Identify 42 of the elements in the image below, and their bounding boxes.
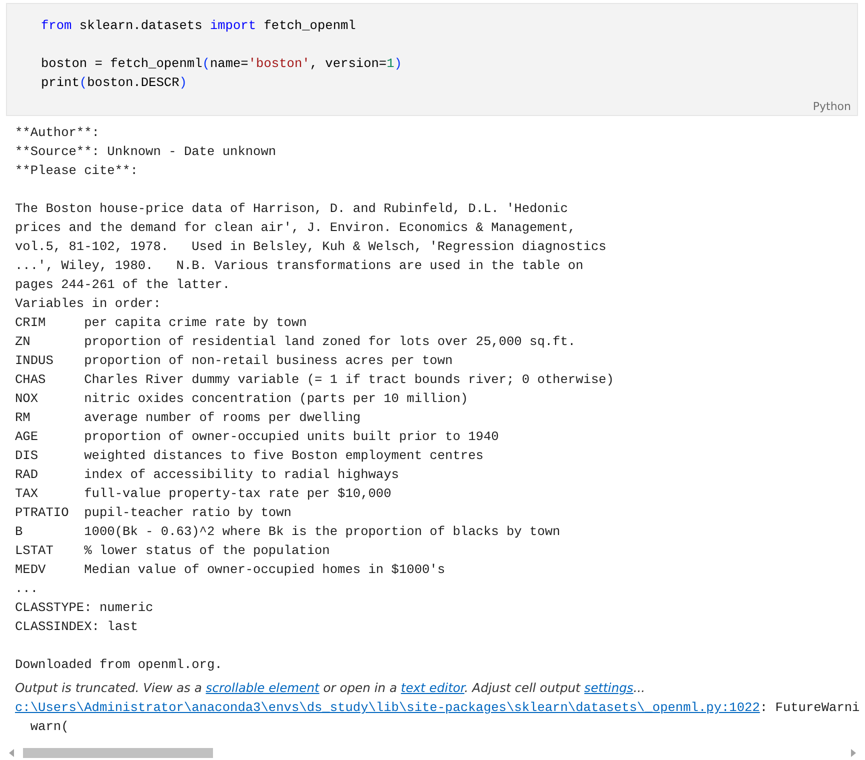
output-line: ...', Wiley, 1980. N.B. Various transformations are used in the table on	[15, 257, 584, 275]
output-line: B 1000(Bk - 0.63)^2 where Bk is the proportion of blacks by town	[15, 523, 560, 541]
output-line: vol.5, 81-102, 1978. Used in Belsley, Kuh & Welsch, 'Regression diagnostics	[15, 238, 606, 256]
output-line: Variables in order:	[15, 295, 161, 313]
output-line: The Boston house-price data of Harrison, D. and Rubinfeld, D.L. 'Hedonic	[15, 200, 568, 218]
output-line: prices and the demand for clean air', J. Environ. Economics & Management,	[15, 219, 576, 237]
output-line: pages 244-261 of the latter.	[15, 276, 230, 294]
output-line: NOX nitric oxides concentration (parts per 10 million)	[15, 390, 468, 408]
truncation-notice: Output is truncated. View as a scrollable element or open in a text editor. Adjust cell output settings...	[15, 680, 646, 697]
output-line: INDUS proportion of non-retail business acres per town	[15, 352, 453, 370]
output-line: ...	[15, 580, 38, 598]
scrollbar-thumb[interactable]	[23, 748, 213, 758]
output-line: **Author**:	[15, 124, 100, 142]
output-line: DIS weighted distances to five Boston employment centres	[15, 447, 484, 465]
file-path-link[interactable]: c:\Users\Administrator\anaconda3\envs\ds_study\lib\site-packages\sklearn\datasets\_openml.py:1022	[15, 698, 760, 717]
output-line: CLASSTYPE: numeric	[15, 599, 154, 617]
scroll-left-icon[interactable]	[9, 749, 14, 757]
output-line: TAX full-value property-tax rate per $10,000	[15, 485, 392, 503]
output-line: CLASSINDEX: last	[15, 618, 138, 636]
code-line: boston = fetch_openml(name='boston', version=1)	[41, 55, 402, 73]
code-cell[interactable]: from sklearn.datasets import fetch_openml boston = fetch_openml(name='boston', version=1) print(boston.DESCR) Python	[6, 3, 858, 116]
notice-link[interactable]: settings	[584, 681, 634, 695]
notice-link[interactable]: scrollable element	[206, 681, 320, 695]
output-line: RAD index of accessibility to radial highways	[15, 466, 399, 484]
output-line: CHAS Charles River dummy variable (= 1 if tract bounds river; 0 otherwise)	[15, 371, 614, 389]
output-line: PTRATIO pupil-teacher ratio by town	[15, 504, 292, 522]
output-line: CRIM per capita crime rate by town	[15, 314, 307, 332]
language-label[interactable]: Python	[812, 100, 851, 113]
warning-message: : FutureWarni	[760, 699, 860, 717]
output-line: Downloaded from openml.org.	[15, 656, 222, 674]
code-line: print(boston.DESCR)	[41, 74, 187, 92]
output-line: MEDV Median value of owner-occupied homes in $1000's	[15, 561, 446, 579]
output-line: RM average number of rooms per dwelling	[15, 409, 361, 427]
code-line: from sklearn.datasets import fetch_openml	[41, 17, 356, 35]
output-line: **Source**: Unknown - Date unknown	[15, 143, 276, 161]
output-line: **Please cite**:	[15, 162, 138, 180]
output-line: AGE proportion of owner-occupied units built prior to 1940	[15, 428, 499, 446]
output-line: ZN proportion of residential land zoned for lots over 25,000 sq.ft.	[15, 333, 576, 351]
notice-link[interactable]: text editor	[400, 681, 464, 695]
output-line: LSTAT % lower status of the population	[15, 542, 330, 560]
output-line: warn(	[29, 718, 69, 736]
scroll-right-icon[interactable]	[851, 749, 856, 757]
